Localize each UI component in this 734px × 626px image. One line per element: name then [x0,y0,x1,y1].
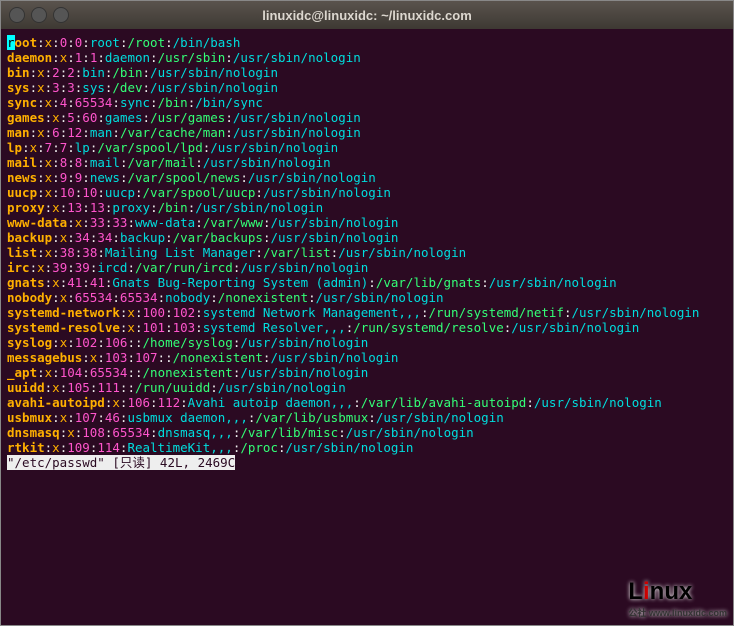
terminal-output[interactable]: root:x:0:0:root:/root:/bin/bash daemon:x… [1,29,733,625]
maximize-icon[interactable] [53,7,69,23]
minimize-icon[interactable] [31,7,47,23]
window-title: linuxidc@linuxidc: ~/linuxidc.com [1,8,733,23]
titlebar: linuxidc@linuxidc: ~/linuxidc.com [1,1,733,29]
close-icon[interactable] [9,7,25,23]
